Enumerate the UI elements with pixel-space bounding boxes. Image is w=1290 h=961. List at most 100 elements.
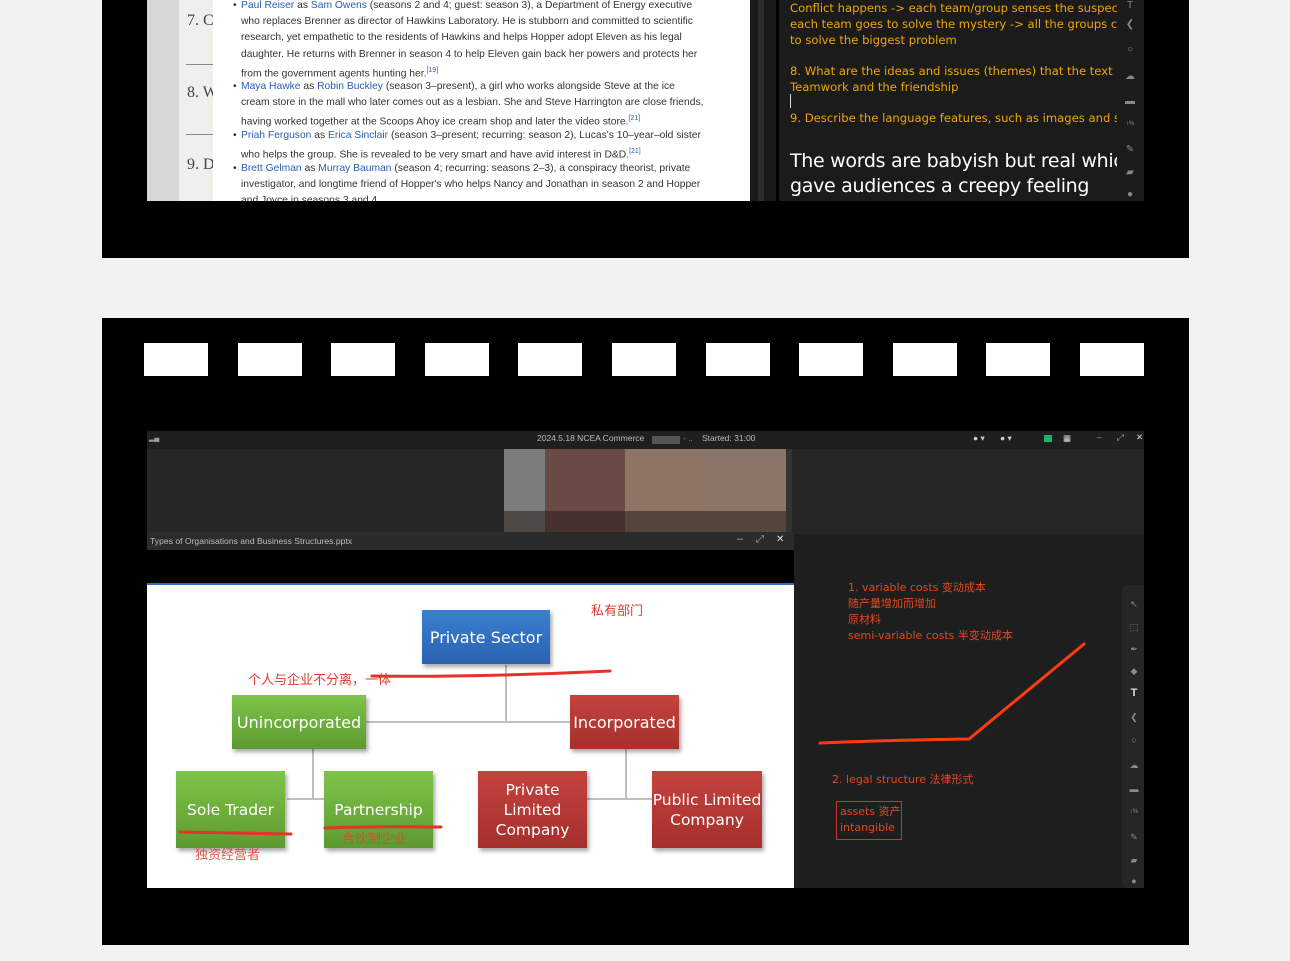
chat-icon[interactable]: ▰ xyxy=(1129,856,1139,865)
ppt-file-name: Types of Organisations and Business Stru… xyxy=(150,536,353,546)
cloud-icon[interactable]: ☁ xyxy=(1124,72,1136,82)
whiteboard-panel[interactable]: 1. variable costs 变动成本 随产量增加而增加 原材料 semi… xyxy=(794,534,1144,888)
film-sprocket-hole xyxy=(237,343,302,376)
cast-text: (season 3–present), a girl who works alo… xyxy=(382,81,675,92)
cast-entry: • Paul Reiser as Sam Owens (seasons 2 and… xyxy=(233,0,719,82)
collapse-chevron-icon[interactable]: ❮ xyxy=(1124,20,1136,30)
eraser-icon[interactable]: ▬ xyxy=(1129,785,1139,794)
note-line: Conflict happens -> each team/group sens… xyxy=(790,1,1117,15)
cast-entry-line: daughter. He returns with Brenner in sea… xyxy=(241,47,719,63)
text-tool-icon[interactable]: T xyxy=(1129,688,1139,699)
scrollbar-thumb[interactable] xyxy=(758,0,764,201)
ppt-close-icon[interactable]: ✕ xyxy=(776,534,784,545)
film-sprocket-hole xyxy=(892,343,957,376)
notes-panel[interactable]: Conflict happens -> each team/group sens… xyxy=(779,0,1117,201)
actor-link[interactable]: Priah Ferguson xyxy=(241,130,311,141)
meeting-title-bar: ▂▄ 2024.5.18 NCEA Commerce - .. Started:… xyxy=(147,431,1144,449)
actor-link[interactable]: Sam Owens xyxy=(311,0,367,11)
film-sprocket-hole xyxy=(986,343,1051,376)
edit-icon[interactable]: ✎ xyxy=(1124,145,1136,155)
film-sprocket-hole xyxy=(331,343,396,376)
cast-text: from the government agents hunting her. xyxy=(241,68,427,80)
cast-text: (season 4; recurring: seasons 2–3), a co… xyxy=(391,163,691,174)
cloud-icon[interactable]: ☁ xyxy=(1129,761,1139,770)
cast-text: daughter. He returns with Brenner in sea… xyxy=(241,48,698,60)
note-line: Teamwork and the friendship xyxy=(790,80,959,94)
citation-link[interactable]: [19] xyxy=(426,67,438,74)
cast-text: and Joyce in seasons 3 and 4. xyxy=(241,195,381,201)
marquee-icon[interactable]: ⬚ xyxy=(1129,623,1139,632)
answer-line xyxy=(186,134,213,135)
fullscreen-icon[interactable]: ⤢ xyxy=(1117,432,1124,443)
cast-text: as xyxy=(311,130,329,141)
zoom-icon[interactable]: ↕% xyxy=(1124,120,1136,129)
note-big-text: The words are babyish but real which xyxy=(790,150,1117,172)
cast-text: investigator, and longtime friend of Hop… xyxy=(241,179,701,191)
actor-link[interactable]: Murray Bauman xyxy=(318,163,391,174)
cast-text: as xyxy=(294,0,311,11)
signal-icon: ▂▄ xyxy=(149,435,160,442)
participant-video-tiles[interactable] xyxy=(504,449,792,532)
redacted-block xyxy=(652,436,680,444)
meeting-gallery-empty xyxy=(792,449,1144,534)
question-number-9: 9. D xyxy=(187,156,215,173)
ppt-minimize-icon[interactable]: – xyxy=(737,533,743,545)
close-icon[interactable]: ✕ xyxy=(1136,432,1143,443)
grid-view-icon[interactable]: ▦ xyxy=(1063,433,1071,444)
participants-icon[interactable]: ● xyxy=(1124,190,1136,200)
film-sprocket-hole xyxy=(518,343,583,376)
wikipedia-cast-list: • Paul Reiser as Sam Owens (seasons 2 and… xyxy=(213,0,750,201)
note-line: 9. Describe the language features, such … xyxy=(790,111,1117,125)
tile-shade xyxy=(504,511,786,532)
participants-icon[interactable]: ● xyxy=(1129,877,1139,886)
cast-entry-line: Paul Reiser as Sam Owens (seasons 2 and … xyxy=(241,0,719,14)
eraser-icon[interactable]: ▬ xyxy=(1124,97,1136,107)
cast-text: (seasons 2 and 4; guest: season 3), a De… xyxy=(366,0,693,11)
cast-entry-line: and Joyce in seasons 3 and 4. xyxy=(241,193,719,201)
actor-link[interactable]: Brett Gelman xyxy=(241,163,302,174)
cast-entry: • Maya Hawke as Robin Buckley (season 3–p… xyxy=(233,79,719,131)
highlighter-icon[interactable]: ◆ xyxy=(1129,667,1139,676)
select-arrow-icon[interactable]: ↖ xyxy=(1129,600,1139,609)
cast-text: having worked together at the Scoops Aho… xyxy=(241,116,629,128)
cast-text: (season 3–present; recurring: season 2),… xyxy=(388,130,701,141)
cast-text: cream store in the mall who later comes … xyxy=(241,97,704,109)
note-line: each team goes to solve the mystery -> a… xyxy=(790,17,1117,31)
text-tool-icon[interactable]: T xyxy=(1124,1,1136,11)
cast-entry: • Priah Ferguson as Erica Sinclair (seaso… xyxy=(233,128,719,164)
shape-tool-icon[interactable]: ○ xyxy=(1129,736,1139,745)
share-status-icon[interactable] xyxy=(1044,435,1052,442)
note-line: to solve the biggest problem xyxy=(790,33,957,47)
collapse-chevron-icon[interactable]: ❮ xyxy=(1129,713,1139,722)
meeting-started: Started: 31:00 xyxy=(702,433,756,443)
camera-icon[interactable]: ● ▾ xyxy=(1000,433,1012,444)
cast-entry: • Brett Gelman as Murray Bauman (season 4… xyxy=(233,161,719,201)
actor-link[interactable]: Maya Hawke xyxy=(241,81,301,92)
zoom-icon[interactable]: ↕% xyxy=(1129,808,1139,817)
actor-link[interactable]: Robin Buckley xyxy=(317,81,383,92)
film-sprocket-hole xyxy=(424,343,489,376)
film-sprocket-hole xyxy=(799,343,864,376)
bullet: • xyxy=(233,0,237,11)
presentation-slide: Private Sector Unincorporated Incorporat… xyxy=(147,583,794,888)
film-sprocket-hole xyxy=(612,343,676,376)
question-number-7: 7. C xyxy=(187,12,214,29)
citation-link[interactable]: [21] xyxy=(629,148,641,155)
pen-icon[interactable]: ✒ xyxy=(1129,645,1139,654)
meeting-title: 2024.5.18 NCEA Commerce xyxy=(537,433,645,443)
shape-tool-icon[interactable]: ○ xyxy=(1124,45,1136,55)
ppt-fullscreen-icon[interactable]: ⤢ xyxy=(756,534,764,545)
actor-link[interactable]: Erica Sinclair xyxy=(328,130,388,141)
film-sprocket-hole xyxy=(1080,343,1144,376)
edit-icon[interactable]: ✎ xyxy=(1129,833,1139,842)
chat-icon[interactable]: ▰ xyxy=(1124,168,1136,178)
cast-entry-line: Brett Gelman as Murray Bauman (season 4;… xyxy=(241,161,719,177)
ppt-window-titlebar: Types of Organisations and Business Stru… xyxy=(147,532,794,550)
cast-text: who replaces Brenner as director of Hawk… xyxy=(241,16,693,28)
microphone-icon[interactable]: ● ▾ xyxy=(973,433,985,444)
actor-link[interactable]: Paul Reiser xyxy=(241,0,294,11)
answer-line xyxy=(186,64,213,65)
bullet: • xyxy=(233,130,237,141)
citation-link[interactable]: [21] xyxy=(629,115,641,122)
minimize-icon[interactable]: – xyxy=(1097,432,1102,442)
